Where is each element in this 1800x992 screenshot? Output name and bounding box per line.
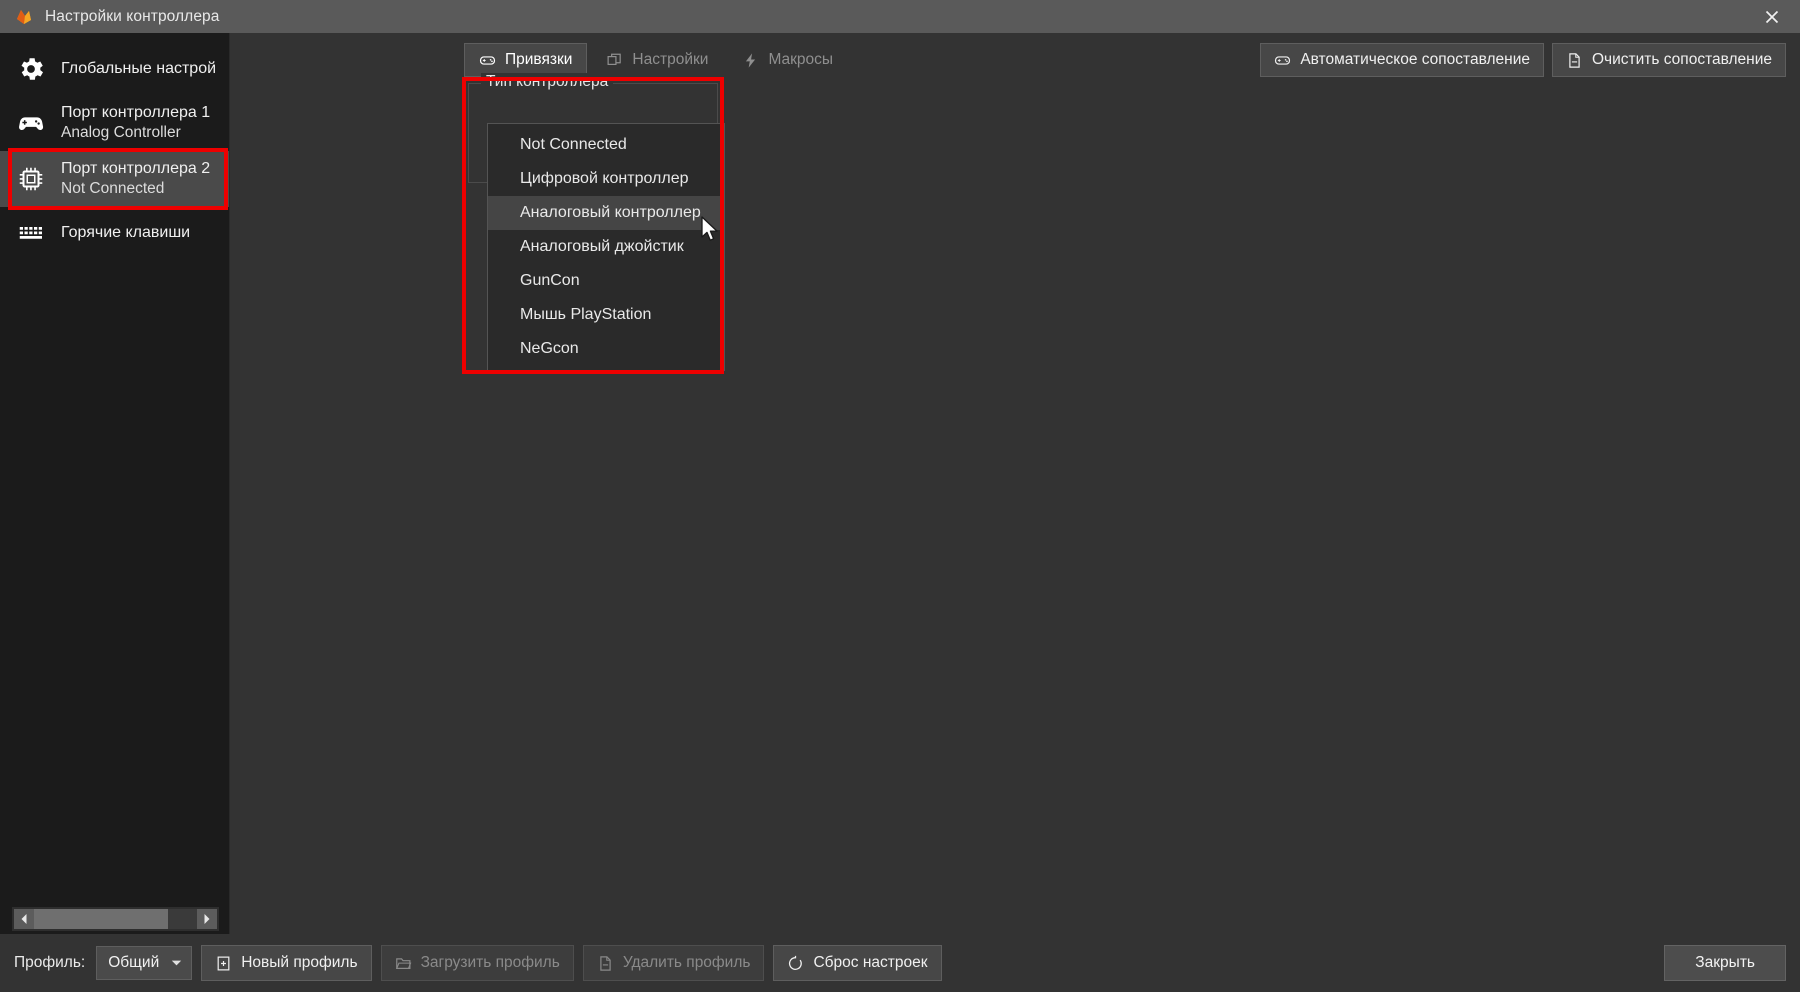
dropdown-option-label: Цифровой контроллер: [520, 170, 689, 187]
sidebar-item-label: Порт контроллера 2: [61, 160, 211, 178]
sidebar-item-text: Глобальные настрой: [61, 59, 216, 79]
profile-select[interactable]: Общий: [96, 946, 193, 980]
sidebar-horizontal-scrollbar[interactable]: [12, 907, 219, 931]
dropdown-option-analog-controller[interactable]: Аналоговый контроллер: [488, 196, 724, 230]
button-label: Удалить профиль: [622, 954, 751, 971]
tab-settings[interactable]: Настройки: [591, 43, 723, 77]
dropdown-option-negcon[interactable]: NeGcon: [488, 332, 724, 366]
sidebar-item-text: Порт контроллера 1 Analog Controller: [61, 103, 210, 142]
dropdown-option-label: Аналоговый джойстик: [520, 238, 684, 255]
gamepad-icon: [1274, 52, 1291, 69]
tab-label: Привязки: [505, 51, 573, 68]
toolbar-actions: Автоматическое сопоставление Очистить со…: [1260, 43, 1786, 77]
dropdown-option-label: Not Connected: [520, 136, 627, 153]
button-label: Сброс настроек: [813, 954, 928, 971]
title-bar: Настройки контроллера: [0, 0, 1800, 33]
duckstation-logo-icon: [14, 7, 34, 27]
windows-icon: [606, 52, 623, 69]
clear-mapping-button[interactable]: Очистить сопоставление: [1551, 43, 1786, 77]
profile-select-value: Общий: [108, 954, 160, 971]
controller-type-title: Тип контроллера: [481, 73, 614, 91]
sidebar-item-global-settings[interactable]: Глобальные настрой: [0, 43, 229, 95]
tab-macros[interactable]: Макросы: [727, 43, 848, 77]
close-dialog-button[interactable]: Закрыть: [1664, 945, 1786, 981]
dropdown-option-analog-joystick[interactable]: Аналоговый джойстик: [488, 230, 724, 264]
chevron-right-icon[interactable]: [197, 909, 217, 929]
sidebar-item-controller-port-2[interactable]: Порт контроллера 2 Not Connected: [0, 151, 229, 207]
new-profile-button[interactable]: Новый профиль: [201, 945, 372, 981]
gamepad-icon: [14, 106, 48, 140]
sidebar-item-text: Горячие клавиши: [61, 223, 190, 243]
sidebar-item-label: Порт контроллера 1: [61, 104, 211, 122]
load-profile-button[interactable]: Загрузить профиль: [380, 945, 574, 981]
tab-label: Настройки: [632, 51, 709, 68]
window-body: Глобальные настрой Порт контроллера 1 An…: [0, 33, 1800, 934]
dropdown-option-label: Мышь PlayStation: [520, 306, 652, 323]
scrollbar-track[interactable]: [34, 909, 197, 929]
sidebar-item-list: Глобальные настрой Порт контроллера 1 An…: [0, 33, 229, 907]
dropdown-option-not-connected[interactable]: Not Connected: [488, 128, 724, 162]
file-minus-icon: [597, 955, 614, 972]
dropdown-option-label: NeGcon: [520, 340, 579, 357]
controller-type-dropdown[interactable]: Not Connected Цифровой контроллер Аналог…: [487, 123, 725, 371]
dropdown-option-label: Аналоговый контроллер: [520, 204, 701, 221]
gear-icon: [14, 52, 48, 86]
sidebar-item-controller-port-1[interactable]: Порт контроллера 1 Analog Controller: [0, 95, 229, 151]
dropdown-option-label: GunCon: [520, 272, 580, 289]
sidebar-item-sublabel: Not Connected: [61, 180, 165, 198]
sidebar-item-sublabel: Analog Controller: [61, 124, 181, 142]
automatic-mapping-button[interactable]: Автоматическое сопоставление: [1260, 43, 1544, 77]
sidebar-item-hotkeys[interactable]: Горячие клавиши: [0, 207, 229, 259]
reset-settings-button[interactable]: Сброс настроек: [773, 945, 942, 981]
reset-circle-icon: [787, 955, 804, 972]
action-label: Автоматическое сопоставление: [1300, 51, 1530, 68]
content-area: Привязки Настройки Макросы Автоматическо…: [230, 33, 1800, 934]
tab-label: Макросы: [768, 51, 834, 68]
scrollbar-thumb[interactable]: [34, 909, 168, 929]
close-icon: [1764, 9, 1780, 25]
dropdown-option-guncon[interactable]: GunCon: [488, 264, 724, 298]
chevron-down-icon: [171, 959, 182, 967]
sidebar-item-text: Порт контроллера 2 Not Connected: [61, 159, 210, 198]
content-toolbar: Привязки Настройки Макросы Автоматическо…: [230, 33, 1800, 87]
button-label: Новый профиль: [241, 954, 358, 971]
file-plus-icon: [215, 955, 232, 972]
lightning-icon: [742, 52, 759, 69]
chip-icon: [14, 162, 48, 196]
sidebar-item-label: Горячие клавиши: [61, 224, 191, 242]
bottom-bar: Профиль: Общий Новый профиль Загрузить п…: [0, 934, 1800, 992]
delete-profile-button[interactable]: Удалить профиль: [582, 945, 765, 981]
sidebar: Глобальные настрой Порт контроллера 1 An…: [0, 33, 230, 934]
dropdown-option-playstation-mouse[interactable]: Мышь PlayStation: [488, 298, 724, 332]
window-close-button[interactable]: [1744, 0, 1800, 33]
folder-open-icon: [395, 955, 412, 972]
tab-bar: Привязки Настройки Макросы: [464, 43, 848, 77]
dropdown-option-digital-controller[interactable]: Цифровой контроллер: [488, 162, 724, 196]
tab-bindings[interactable]: Привязки: [464, 43, 588, 77]
gamepad-icon: [479, 52, 496, 69]
chevron-left-icon[interactable]: [14, 909, 34, 929]
close-dialog-label: Закрыть: [1695, 954, 1755, 971]
keyboard-icon: [14, 216, 48, 250]
profile-label: Профиль:: [14, 954, 86, 971]
controller-settings-window: Настройки контроллера Глобальные настрой…: [0, 0, 1800, 992]
document-minus-icon: [1566, 52, 1583, 69]
action-label: Очистить сопоставление: [1591, 51, 1772, 68]
button-label: Загрузить профиль: [420, 954, 560, 971]
window-title: Настройки контроллера: [45, 7, 220, 25]
sidebar-item-label: Глобальные настрой: [61, 60, 217, 78]
